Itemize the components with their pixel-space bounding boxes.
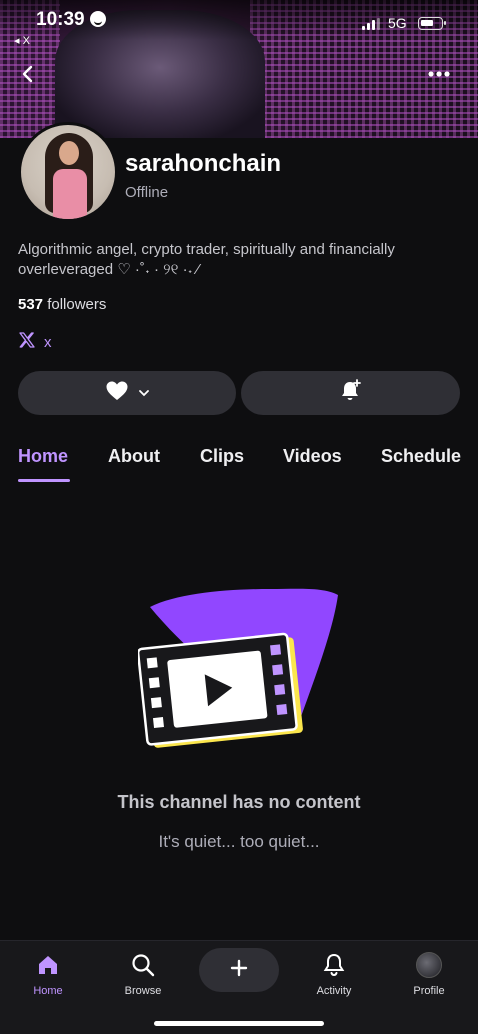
focus-smile-icon bbox=[90, 11, 106, 27]
create-button[interactable] bbox=[199, 948, 279, 992]
status-time: 10:39 bbox=[36, 9, 85, 30]
followers-label: followers bbox=[47, 296, 107, 313]
more-icon[interactable] bbox=[425, 64, 453, 84]
signal-icon bbox=[362, 18, 382, 30]
back-to-app-link[interactable]: ◂ X bbox=[14, 34, 30, 47]
status-bar: 10:39 ◂ X 5G bbox=[0, 0, 478, 48]
tab-about[interactable]: About bbox=[108, 446, 160, 467]
bell-icon bbox=[294, 951, 374, 979]
channel-bio: Algorithmic angel, crypto trader, spirit… bbox=[18, 241, 395, 278]
empty-state-subtitle: It's quiet... too quiet... bbox=[158, 832, 320, 851]
channel-avatar[interactable] bbox=[18, 122, 118, 222]
nav-activity[interactable]: Activity bbox=[294, 951, 374, 997]
channel-username: sarahonchain bbox=[125, 150, 282, 177]
chevron-down-icon bbox=[139, 384, 149, 402]
plus-icon bbox=[229, 958, 249, 983]
profile-avatar bbox=[416, 952, 442, 978]
followers-count: 537 followers bbox=[18, 296, 106, 313]
nav-home-label: Home bbox=[33, 985, 63, 997]
nav-browse-label: Browse bbox=[124, 985, 162, 997]
nav-profile-label: Profile bbox=[413, 985, 445, 997]
channel-tabs: Home About Clips Videos Schedule bbox=[0, 446, 478, 486]
back-icon[interactable] bbox=[16, 62, 40, 86]
bottom-navigation: Home Browse Activity Profile bbox=[0, 940, 478, 1034]
heart-icon bbox=[105, 380, 129, 407]
tab-schedule[interactable]: Schedule bbox=[381, 446, 461, 467]
home-icon bbox=[8, 951, 88, 979]
notification-button[interactable] bbox=[241, 371, 460, 415]
bell-plus-icon bbox=[338, 378, 364, 409]
active-tab-indicator bbox=[18, 479, 70, 482]
nav-activity-label: Activity bbox=[316, 985, 352, 997]
tab-videos[interactable]: Videos bbox=[283, 446, 342, 467]
followers-number: 537 bbox=[18, 296, 44, 313]
network-label: 5G bbox=[388, 15, 407, 31]
channel-status: Offline bbox=[125, 184, 169, 201]
search-icon bbox=[103, 951, 183, 979]
home-indicator bbox=[154, 1021, 324, 1026]
empty-state-title: This channel has no content bbox=[117, 792, 361, 812]
x-logo-icon bbox=[18, 331, 36, 353]
follow-button[interactable] bbox=[18, 371, 236, 415]
nav-browse[interactable]: Browse bbox=[103, 951, 183, 997]
tab-clips[interactable]: Clips bbox=[200, 446, 244, 467]
social-link-x[interactable]: x bbox=[18, 332, 52, 352]
tab-home[interactable]: Home bbox=[18, 446, 68, 467]
social-link-label: x bbox=[44, 333, 52, 351]
nav-profile[interactable]: Profile bbox=[389, 951, 469, 997]
nav-home[interactable]: Home bbox=[8, 951, 88, 997]
video-icon bbox=[136, 585, 343, 755]
battery-icon bbox=[418, 17, 446, 30]
